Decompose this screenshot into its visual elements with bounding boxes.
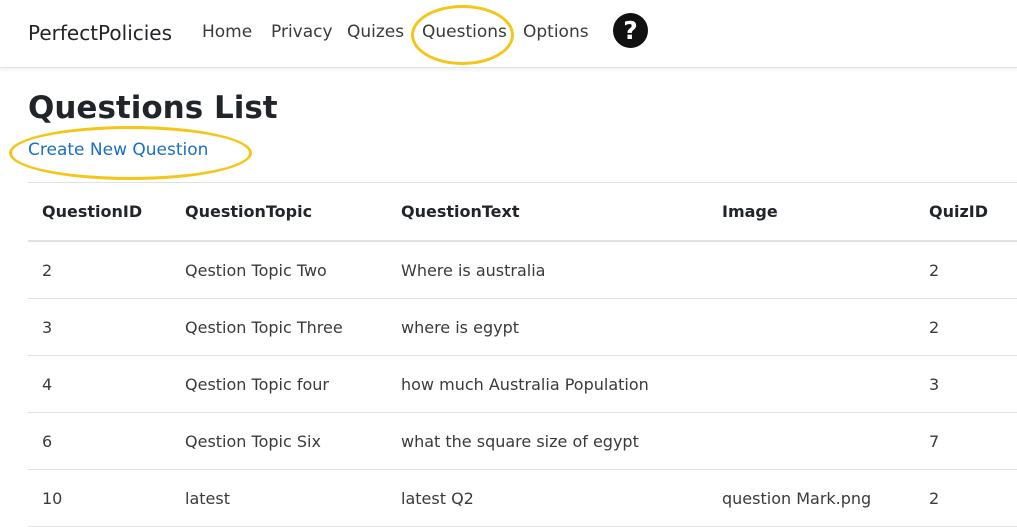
cell-image: question Mark.png	[708, 469, 915, 527]
cell-image	[708, 412, 915, 470]
cell-quiz-id: 7	[915, 412, 1017, 470]
cell-question-text: latest Q2	[387, 469, 708, 527]
cell-quiz-id: 2	[915, 298, 1017, 356]
header-question-topic: QuestionTopic	[171, 183, 387, 242]
cell-image	[708, 241, 915, 299]
header-image: Image	[708, 183, 915, 242]
table-row: 4 Qestion Topic four how much Australia …	[28, 355, 1017, 413]
cell-quiz-id: 3	[915, 355, 1017, 413]
header-question-id: QuestionID	[28, 183, 171, 242]
cell-image	[708, 355, 915, 413]
cell-image	[708, 298, 915, 356]
table-row: 10 latest latest Q2 question Mark.png 2	[28, 469, 1017, 527]
cell-quiz-id: 2	[915, 241, 1017, 299]
nav-link-questions[interactable]: Questions	[422, 22, 507, 42]
nav-link-privacy[interactable]: Privacy	[271, 22, 333, 42]
cell-question-topic: Qestion Topic four	[171, 355, 387, 413]
table-row: 3 Qestion Topic Three where is egypt 2	[28, 298, 1017, 356]
cell-question-topic: Qestion Topic Three	[171, 298, 387, 356]
cell-question-text: what the square size of egypt	[387, 412, 708, 470]
cell-question-id: 6	[28, 412, 171, 470]
question-mark-circle-icon[interactable]: ?	[613, 13, 648, 48]
create-new-question-link[interactable]: Create New Question	[28, 140, 208, 160]
cell-question-topic: Qestion Topic Six	[171, 412, 387, 470]
cell-question-id: 3	[28, 298, 171, 356]
nav-link-options[interactable]: Options	[523, 22, 589, 42]
questions-table: QuestionID QuestionTopic QuestionText Im…	[28, 183, 1017, 527]
header-question-text: QuestionText	[387, 183, 708, 242]
brand-link[interactable]: PerfectPolicies	[28, 21, 172, 45]
nav-link-quizes[interactable]: Quizes	[347, 22, 404, 42]
table-header-row: QuestionID QuestionTopic QuestionText Im…	[28, 183, 1017, 242]
cell-question-id: 10	[28, 469, 171, 527]
table-row: 2 Qestion Topic Two Where is australia 2	[28, 241, 1017, 299]
cell-quiz-id: 2	[915, 469, 1017, 527]
table-row: 6 Qestion Topic Six what the square size…	[28, 412, 1017, 470]
page-title: Questions List	[28, 90, 278, 126]
cell-question-id: 4	[28, 355, 171, 413]
questions-table-container: QuestionID QuestionTopic QuestionText Im…	[28, 182, 1017, 527]
cell-question-topic: Qestion Topic Two	[171, 241, 387, 299]
header-quiz-id: QuizID	[915, 183, 1017, 242]
cell-question-topic: latest	[171, 469, 387, 527]
cell-question-text: how much Australia Population	[387, 355, 708, 413]
cell-question-id: 2	[28, 241, 171, 299]
nav-link-home[interactable]: Home	[202, 22, 252, 42]
cell-question-text: Where is australia	[387, 241, 708, 299]
navbar: PerfectPolicies Home Privacy Quizes Ques…	[0, 0, 1017, 68]
cell-question-text: where is egypt	[387, 298, 708, 356]
